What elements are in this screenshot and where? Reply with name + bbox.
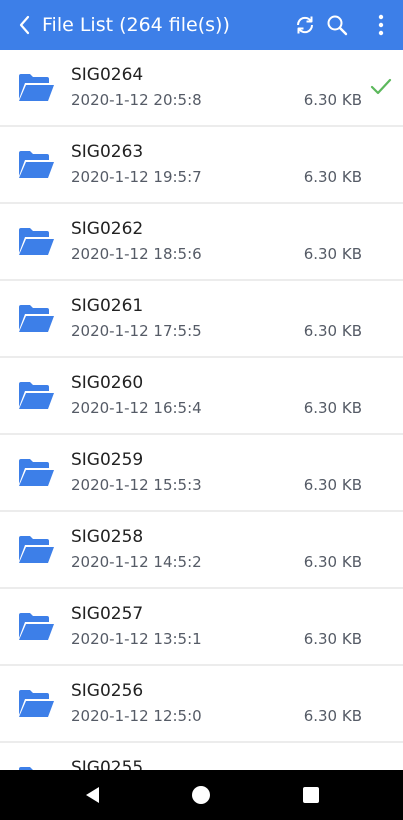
file-row[interactable]: SIG0263 2020-1-12 19:5:7 6.30 KB (0, 127, 403, 202)
app-header: File List (264 file(s)) (0, 0, 403, 50)
file-row[interactable]: SIG0261 2020-1-12 17:5:5 6.30 KB (0, 281, 403, 356)
file-name: SIG0260 (71, 373, 144, 393)
nav-back-button[interactable] (83, 785, 103, 805)
file-size: 6.30 KB (303, 553, 362, 571)
folder-icon (17, 150, 55, 180)
file-size: 6.30 KB (303, 91, 362, 109)
folder-icon (17, 381, 55, 411)
file-size: 6.30 KB (303, 707, 362, 725)
file-row[interactable]: SIG0259 2020-1-12 15:5:3 6.30 KB (0, 435, 403, 510)
file-date: 2020-1-12 20:5:8 (71, 91, 202, 109)
sync-button[interactable] (291, 11, 319, 39)
more-options-button[interactable] (367, 11, 395, 39)
file-date: 2020-1-12 16:5:4 (71, 399, 202, 417)
file-name: SIG0262 (71, 219, 144, 239)
file-row[interactable]: SIG0255 (0, 743, 403, 770)
file-row[interactable]: SIG0258 2020-1-12 14:5:2 6.30 KB (0, 512, 403, 587)
nav-back-icon (86, 787, 99, 803)
app-root: File List (264 file(s)) SIG0264 2020-1-12 (0, 0, 403, 820)
chevron-left-icon (19, 15, 30, 35)
file-row[interactable]: SIG0262 2020-1-12 18:5:6 6.30 KB (0, 204, 403, 279)
file-size: 6.30 KB (303, 322, 362, 340)
sync-icon (296, 16, 314, 34)
file-size: 6.30 KB (303, 476, 362, 494)
search-icon (327, 15, 348, 36)
file-name: SIG0258 (71, 527, 144, 547)
file-date: 2020-1-12 12:5:0 (71, 707, 202, 725)
file-row[interactable]: SIG0264 2020-1-12 20:5:8 6.30 KB (0, 50, 403, 125)
file-row[interactable]: SIG0256 2020-1-12 12:5:0 6.30 KB (0, 666, 403, 741)
file-name: SIG0263 (71, 142, 144, 162)
file-name: SIG0256 (71, 681, 144, 701)
folder-icon (17, 227, 55, 257)
more-vert-icon (378, 14, 384, 36)
folder-icon (17, 689, 55, 719)
search-button[interactable] (323, 11, 351, 39)
file-size: 6.30 KB (303, 630, 362, 648)
folder-icon (17, 73, 55, 103)
nav-home-icon (192, 786, 210, 804)
system-nav-bar (0, 770, 403, 820)
file-date: 2020-1-12 17:5:5 (71, 322, 202, 340)
file-date: 2020-1-12 13:5:1 (71, 630, 202, 648)
back-button[interactable] (12, 11, 38, 39)
file-date: 2020-1-12 18:5:6 (71, 245, 202, 263)
file-size: 6.30 KB (303, 245, 362, 263)
file-date: 2020-1-12 15:5:3 (71, 476, 202, 494)
check-icon (370, 78, 392, 96)
file-name: SIG0264 (71, 65, 144, 85)
file-date: 2020-1-12 19:5:7 (71, 168, 202, 186)
file-row[interactable]: SIG0257 2020-1-12 13:5:1 6.30 KB (0, 589, 403, 664)
folder-icon (17, 304, 55, 334)
file-list: SIG0264 2020-1-12 20:5:8 6.30 KB SIG0263 202… (0, 50, 403, 770)
file-size: 6.30 KB (303, 399, 362, 417)
nav-recent-button[interactable] (302, 786, 320, 804)
folder-icon (17, 612, 55, 642)
page-title: File List (264 file(s)) (42, 14, 230, 36)
nav-home-button[interactable] (191, 785, 211, 805)
file-name: SIG0257 (71, 604, 144, 624)
nav-recent-icon (303, 787, 319, 803)
folder-icon (17, 458, 55, 488)
file-size: 6.30 KB (303, 168, 362, 186)
file-date: 2020-1-12 14:5:2 (71, 553, 202, 571)
file-row[interactable]: SIG0260 2020-1-12 16:5:4 6.30 KB (0, 358, 403, 433)
file-name: SIG0261 (71, 296, 144, 316)
folder-icon (17, 535, 55, 565)
file-name: SIG0255 (71, 758, 144, 770)
file-name: SIG0259 (71, 450, 144, 470)
